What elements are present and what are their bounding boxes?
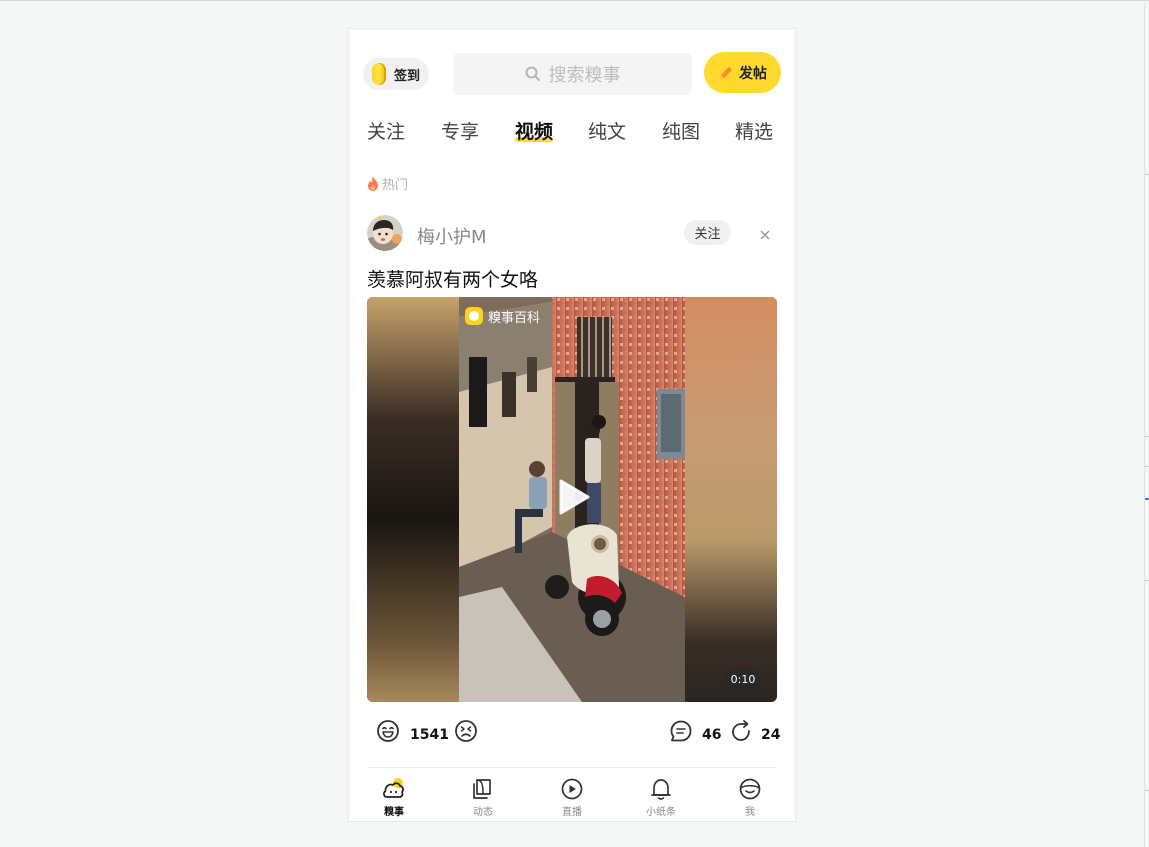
video-player[interactable]: 糗事百科 0:10: [367, 297, 777, 702]
post-action-bar: 1541 46 24: [349, 719, 795, 755]
category-tabs: 关注 专享 视频 纯文 纯图 精选: [349, 117, 795, 147]
profile-icon: [739, 778, 761, 800]
author-avatar[interactable]: [367, 215, 403, 251]
coin-icon: [372, 63, 386, 85]
tab-image[interactable]: 纯图: [662, 117, 700, 144]
dislike-button[interactable]: [454, 719, 478, 747]
checkin-button[interactable]: 签到: [363, 58, 429, 90]
browser-top-border: [0, 0, 1149, 1]
scroll-marker: [1145, 466, 1149, 467]
search-input[interactable]: 搜索糗事: [453, 53, 692, 95]
tab-text[interactable]: 纯文: [588, 117, 626, 144]
scroll-marker: [1145, 790, 1149, 791]
search-icon: [525, 66, 540, 81]
comment-count: 46: [702, 727, 722, 743]
create-post-label: 发帖: [739, 65, 767, 82]
bottom-navigation: 糗事 动态 直播 小纸条 我: [349, 775, 795, 821]
tab-featured[interactable]: 精选: [735, 117, 773, 144]
author-name[interactable]: 梅小护M: [417, 223, 487, 249]
sad-face-icon: [455, 720, 477, 742]
nav-item-feed[interactable]: 动态: [451, 775, 515, 818]
tab-exclusive[interactable]: 专享: [441, 117, 479, 144]
scroll-marker: [1145, 436, 1149, 437]
mobile-app-frame: 签到 搜索糗事 发帖 关注 专享 视频 纯文 纯图 精选 热门 梅小护M 关注 …: [348, 28, 796, 822]
tab-video[interactable]: 视频: [515, 117, 553, 144]
nav-item-live[interactable]: 直播: [540, 775, 604, 818]
bottom-nav-divider: [367, 767, 777, 768]
close-icon[interactable]: [759, 226, 771, 245]
feed-icon: [473, 779, 491, 799]
post-title[interactable]: 羡慕阿叔有两个女咯: [367, 265, 538, 292]
tab-follow[interactable]: 关注: [367, 117, 405, 144]
scroll-marker: [1145, 580, 1149, 581]
fire-icon: [368, 176, 378, 191]
create-post-button[interactable]: 发帖: [704, 52, 781, 93]
follow-button[interactable]: 关注: [684, 220, 731, 245]
scroll-marker: [1145, 174, 1149, 175]
share-count: 24: [761, 727, 781, 743]
nav-label-live: 直播: [562, 807, 582, 818]
video-watermark: 糗事百科: [488, 311, 540, 326]
qiushi-icon: [383, 778, 404, 798]
video-duration: 0:10: [725, 668, 761, 690]
share-icon: [732, 720, 750, 741]
bell-icon: [651, 779, 671, 800]
nav-label-profile: 我: [745, 807, 755, 818]
nav-item-notes[interactable]: 小纸条: [629, 775, 693, 818]
checkin-label: 签到: [394, 68, 421, 84]
nav-label-feed: 动态: [473, 807, 493, 818]
live-play-icon: [561, 778, 583, 800]
nav-label-notes: 小纸条: [646, 807, 676, 818]
hot-section-label: 热门: [367, 174, 408, 193]
hot-label-text: 热门: [382, 178, 409, 193]
play-icon[interactable]: [557, 478, 591, 520]
page-right-border: [1144, 0, 1145, 847]
like-count: 1541: [410, 727, 449, 743]
nav-item-qiushi[interactable]: 糗事: [362, 775, 426, 818]
comment-icon: [670, 720, 692, 742]
pencil-icon: [720, 66, 732, 79]
laugh-icon: [377, 720, 399, 742]
comment-button[interactable]: [669, 719, 693, 747]
search-placeholder: 搜索糗事: [548, 65, 621, 86]
nav-label-qiushi: 糗事: [384, 807, 404, 818]
share-button[interactable]: [729, 719, 753, 747]
like-button[interactable]: [376, 719, 400, 747]
nav-item-profile[interactable]: 我: [718, 775, 782, 818]
scroll-marker-active: [1145, 498, 1149, 500]
